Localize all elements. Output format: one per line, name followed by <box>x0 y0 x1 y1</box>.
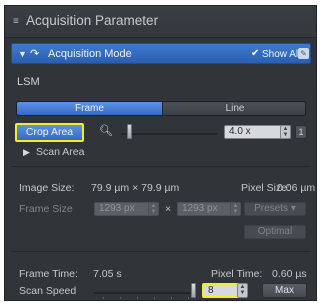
acquisition-parameter-panel: ≡ Acquisition Parameter ▼ ↷ Acquisition … <box>4 5 317 301</box>
checkmark-icon[interactable]: ✔ <box>251 48 259 59</box>
zoom-slider-track[interactable] <box>121 133 217 135</box>
image-size-label: Image Size: <box>19 182 75 194</box>
curved-arrow-icon: ↷ <box>30 48 40 60</box>
frame-size-label: Frame Size <box>19 203 73 215</box>
zoom-reset-button[interactable]: 1 <box>295 125 307 139</box>
scan-speed-slider-handle[interactable] <box>191 283 196 298</box>
pixel-size-value: 0.06 µm <box>277 182 316 194</box>
divider <box>11 251 311 252</box>
panel-title: Acquisition Parameter <box>26 13 159 28</box>
frame-time-value: 7.05 s <box>93 268 122 280</box>
show-all-toggle[interactable]: Show All <box>262 49 300 60</box>
panel-header[interactable]: ≡ Acquisition Parameter <box>5 6 316 38</box>
slider-tick <box>154 297 155 299</box>
tab-frame[interactable]: Frame <box>17 102 162 115</box>
lsm-label: LSM <box>17 76 40 88</box>
acquisition-mode-section-header[interactable]: ▼ ↷ Acquisition Mode ✔ Show All ✎ <box>11 43 311 64</box>
chevron-down-icon[interactable]: ▼ <box>18 49 27 59</box>
slider-tick <box>120 297 121 299</box>
frame-height-stepper[interactable]: ▲ ▼ <box>230 202 241 216</box>
frame-width-input[interactable]: 1293 px <box>94 202 154 216</box>
slider-tick <box>171 297 172 299</box>
zoom-stepper[interactable]: ▲ ▼ <box>280 125 291 139</box>
pencil-icon[interactable]: ✎ <box>298 48 309 59</box>
zoom-slider-handle[interactable] <box>127 124 132 139</box>
magnifier-icon: 🔍︎ <box>99 125 113 137</box>
zoom-input[interactable]: 4.0 x <box>224 125 284 139</box>
scan-mode-toggle: Frame Line <box>16 101 306 116</box>
divider <box>11 166 311 167</box>
menu-icon: ≡ <box>13 16 19 27</box>
scan-speed-label: Scan Speed <box>19 285 77 297</box>
optimal-button[interactable]: Optimal <box>244 225 306 239</box>
crop-area-button[interactable]: Crop Area <box>15 123 84 142</box>
pixel-time-label: Pixel Time: <box>211 268 263 280</box>
image-size-value: 79.9 µm × 79.9 µm <box>91 182 180 194</box>
tab-line[interactable]: Line <box>162 102 305 115</box>
section-title: Acquisition Mode <box>48 48 132 60</box>
frame-width-stepper[interactable]: ▲ ▼ <box>148 202 159 216</box>
pixel-time-value: 0.60 µs <box>272 268 307 280</box>
scan-speed-stepper[interactable]: ▲ ▼ <box>237 283 248 298</box>
chevron-right-icon[interactable]: ▶ <box>23 147 30 158</box>
scan-speed-slider-track[interactable] <box>93 292 193 294</box>
presets-dropdown[interactable]: Presets ▾ <box>244 202 306 216</box>
frame-height-input[interactable]: 1293 px <box>177 202 237 216</box>
frame-time-label: Frame Time: <box>19 268 78 280</box>
slider-tick <box>103 297 104 299</box>
times-symbol: × <box>165 203 172 215</box>
slider-tick <box>188 297 189 299</box>
max-speed-button[interactable]: Max <box>262 283 307 298</box>
slider-tick <box>137 297 138 299</box>
scan-area-expander[interactable]: Scan Area <box>36 146 84 158</box>
